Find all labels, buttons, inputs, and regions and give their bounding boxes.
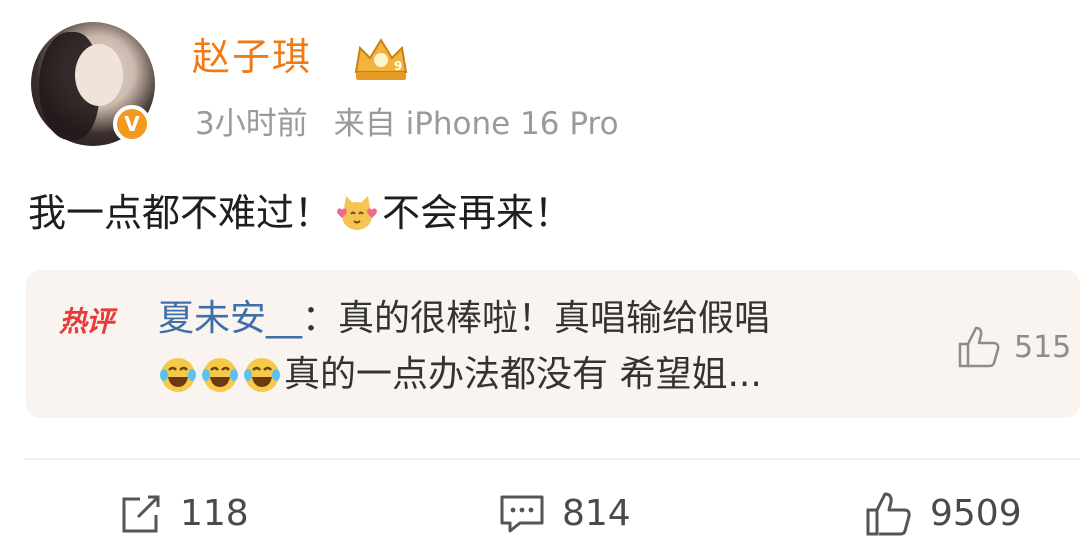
hot-comment-text2: 真的一点办法都没有 希望姐...	[284, 354, 762, 395]
laughing-emoji-icon	[244, 358, 280, 392]
like-button[interactable]: 9509	[864, 488, 1022, 540]
hot-comment-text1: 真的很棒啦！真唱输给假唱	[338, 298, 771, 339]
avatar-face	[75, 44, 123, 106]
post-text-part1: 我一点都不难过！	[28, 191, 333, 235]
like-count: 9509	[930, 493, 1022, 534]
hot-comment-line2: 真的一点办法都没有 希望姐...	[158, 352, 762, 398]
repost-count: 118	[180, 493, 249, 534]
hot-comment-separator: ：	[302, 298, 339, 339]
comment-button[interactable]: 814	[498, 488, 631, 540]
post-source: 来自 iPhone 16 Pro	[333, 106, 619, 142]
svg-text:9: 9	[394, 59, 402, 73]
divider	[24, 458, 1080, 460]
hot-comment-line1: 夏未安__：真的很棒啦！真唱输给假唱	[158, 296, 770, 342]
laughing-emoji-icon	[160, 358, 196, 392]
post-text: 我一点都不难过！ 不会再来！	[28, 188, 572, 238]
post-time: 3小时前	[195, 106, 308, 142]
hot-comment-tag: 热评	[59, 305, 114, 338]
repost-icon	[122, 495, 160, 533]
hot-comment-card[interactable]: 热评 夏未安__：真的很棒啦！真唱输给假唱 真的一点办法都没有 希望姐... 5…	[26, 270, 1080, 418]
post-meta: 3小时前 来自 iPhone 16 Pro	[195, 104, 619, 144]
crown-badge-icon: 9	[354, 38, 408, 80]
thumbs-up-icon	[958, 326, 1000, 368]
verified-badge-icon: V	[113, 105, 151, 143]
cat-emoji-icon	[337, 196, 377, 230]
hot-comment-user[interactable]: 夏未安__	[158, 298, 302, 339]
laughing-emoji-icon	[202, 358, 238, 392]
thumbs-up-icon	[866, 492, 911, 536]
hot-comment-like-button[interactable]: 515	[956, 324, 1071, 370]
post-text-part2: 不会再来！	[382, 191, 573, 235]
username[interactable]: 赵子琪	[192, 34, 312, 80]
hot-comment-like-count: 515	[1014, 329, 1072, 365]
comment-icon	[500, 495, 544, 533]
repost-button[interactable]: 118	[118, 488, 249, 540]
comment-count: 814	[562, 493, 631, 534]
